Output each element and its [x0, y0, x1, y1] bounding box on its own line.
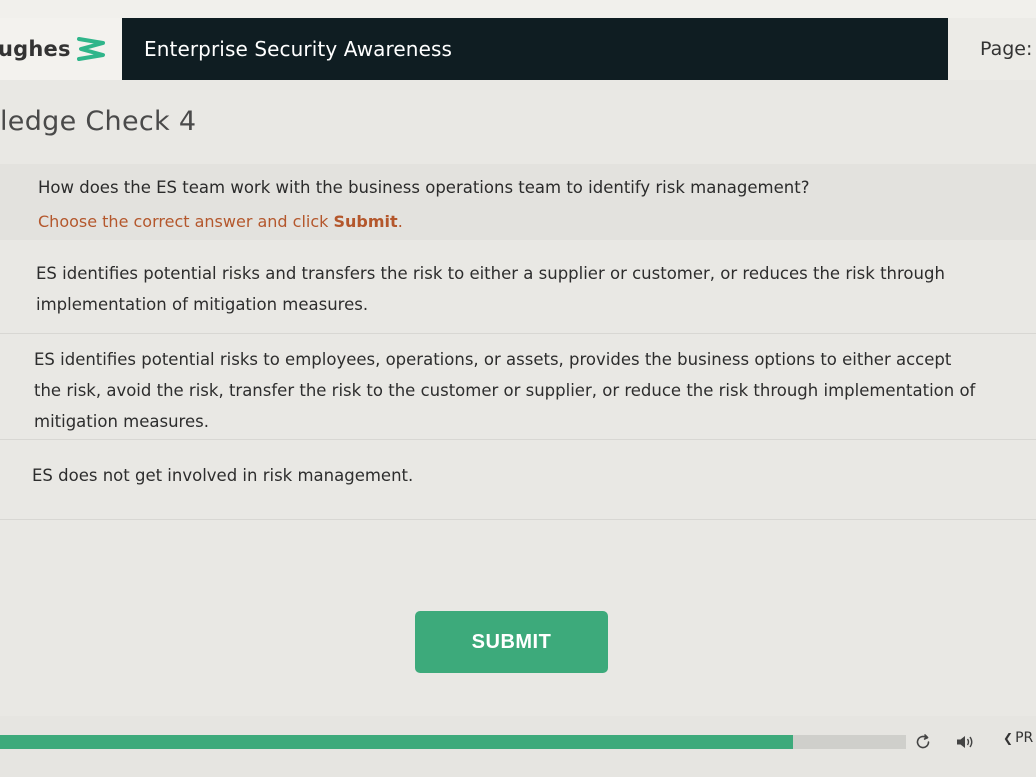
answer-option-3-text: ES does not get involved in risk managem…	[32, 466, 414, 485]
course-title: Enterprise Security Awareness	[144, 37, 453, 61]
answer-option-3[interactable]: ES does not get involved in risk managem…	[0, 440, 1036, 520]
instruction-prefix: Choose the correct answer and click	[38, 212, 334, 231]
page-indicator: Page:	[948, 18, 1036, 80]
volume-icon[interactable]	[956, 734, 974, 750]
logo-mark-icon	[76, 37, 105, 61]
logo: ughes	[0, 18, 122, 80]
progress-bar[interactable]	[0, 735, 906, 749]
replay-icon[interactable]	[914, 733, 932, 751]
prev-button-label: PR	[1015, 730, 1034, 746]
prev-button[interactable]: ❮ PR	[1003, 730, 1033, 746]
progress-bar-fill	[0, 735, 793, 749]
question-block: How does the ES team work with the busin…	[0, 164, 1036, 240]
browser-top-strip	[0, 0, 1036, 18]
submit-button[interactable]: SUBMIT	[415, 611, 608, 673]
answer-option-2-text: ES identifies potential risks to employe…	[34, 344, 1036, 437]
answer-option-2-line-1: ES identifies potential risks to employe…	[34, 350, 952, 369]
answer-option-2-line-2: the risk, avoid the risk, transfer the r…	[34, 381, 976, 400]
page-label: Page:	[980, 38, 1033, 60]
player-footer: ❮ PR	[0, 716, 1036, 777]
answer-option-1[interactable]: ES identifies potential risks and transf…	[0, 248, 1036, 334]
logo-text: ughes	[0, 37, 71, 61]
answer-option-2-line-3: mitigation measures.	[34, 412, 209, 431]
title-bar: Enterprise Security Awareness	[122, 18, 948, 80]
course-header: ughes Enterprise Security Awareness Page…	[0, 18, 1036, 80]
answer-option-2[interactable]: ES identifies potential risks to employe…	[0, 334, 1036, 440]
chevron-left-icon: ❮	[1003, 731, 1014, 745]
instruction-submit-word: Submit	[333, 212, 398, 231]
answer-option-1-text: ES identifies potential risks and transf…	[36, 264, 945, 314]
instruction-text: Choose the correct answer and click Subm…	[38, 212, 403, 231]
instruction-suffix: .	[397, 212, 403, 231]
knowledge-check-title: ledge Check 4	[0, 106, 197, 137]
question-text: How does the ES team work with the busin…	[38, 178, 810, 197]
